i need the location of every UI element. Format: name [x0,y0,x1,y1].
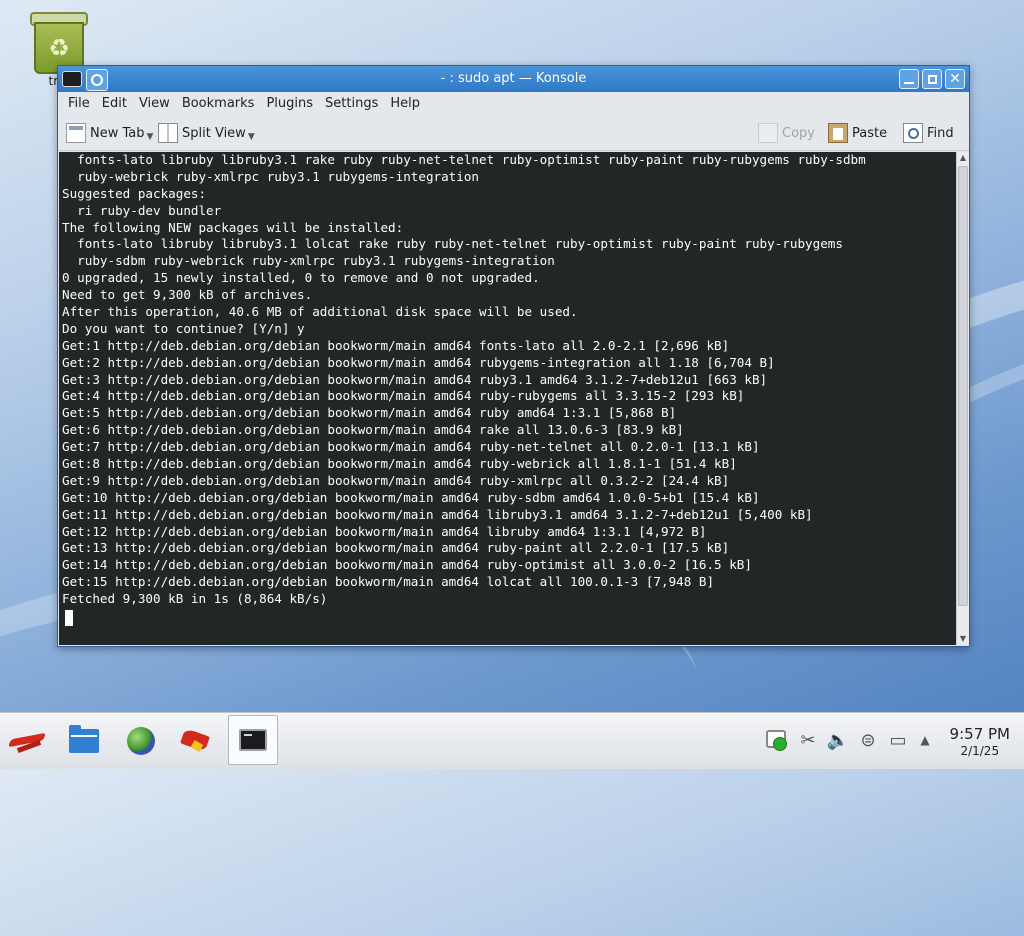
terminal-line: Suggested packages: [62,185,207,201]
paste-label: Paste [852,125,888,141]
tray-expand-icon: ▲ [920,733,930,747]
terminal-line: Get:1 http://deb.debian.org/debian bookw… [62,337,730,353]
minimize-button[interactable] [899,69,919,89]
terminal-line: The following NEW packages will be insta… [62,219,404,235]
terminal-line: Fetched 9,300 kB in 1s (8,864 kB/s) [62,591,328,607]
terminal-line: After this operation, 40.6 MB of additio… [62,304,578,320]
terminal-prompt-line [59,608,866,627]
terminal-line: Get:5 http://deb.debian.org/debian bookw… [62,405,677,421]
chevron-down-icon[interactable]: ▼ [248,132,255,142]
firefox-icon [180,728,210,754]
terminal-lines: fonts-lato libruby libruby3.1 rake ruby … [59,152,866,627]
firefox-launcher[interactable] [172,719,218,763]
find-icon [903,123,923,143]
menu-file[interactable]: File [62,96,96,111]
terminal-line: Get:8 http://deb.debian.org/debian bookw… [62,456,737,472]
paste-button[interactable]: Paste [828,123,887,143]
taskbar: ✂ 🔈 ⊜ ▭ ▲ 9:57 PM 2/1/25 [0,712,1024,769]
web-browser-icon [127,727,155,755]
terminal-line: fonts-lato libruby libruby3.1 rake ruby … [62,152,866,167]
terminal-line: ri ruby-dev bundler [62,202,222,218]
digital-clock[interactable]: 9:57 PM 2/1/25 [950,725,1010,758]
find-button[interactable]: Find [903,123,954,143]
split-view-button[interactable]: Split View ▼ [158,123,255,143]
terminal-line: ruby-webrick ruby-xmlrpc ruby3.1 rubygem… [62,168,480,184]
copy-label: Copy [782,125,815,141]
terminal-line: 0 upgraded, 15 newly installed, 0 to rem… [62,270,540,286]
close-button[interactable]: ✕ [945,69,965,89]
window-title: - : sudo apt — Konsole [440,71,587,86]
konsole-task-button[interactable] [228,715,278,765]
konsole-window: - : sudo apt — Konsole ✕ File Edit View … [57,65,970,647]
clipboard-button[interactable]: ✂ [797,729,819,751]
paste-icon [828,123,848,143]
terminal-line: Get:3 http://deb.debian.org/debian bookw… [62,371,768,387]
terminal-line: ruby-sdbm ruby-webrick ruby-xmlrpc ruby3… [62,253,555,269]
terminal-line: Get:14 http://deb.debian.org/debian book… [62,557,752,573]
terminal-line: Do you want to continue? [Y/n] y [62,320,305,336]
new-tab-icon [66,123,86,143]
terminal-line: Get:2 http://deb.debian.org/debian bookw… [62,354,775,370]
clipboard-icon: ✂ [800,729,816,751]
terminal-line: Get:11 http://deb.debian.org/debian book… [62,506,813,522]
application-menu-icon [9,730,45,752]
menu-settings[interactable]: Settings [319,96,384,111]
volume-button[interactable]: 🔈 [827,729,849,751]
copy-icon [758,123,778,143]
network-button[interactable]: ⊜ [857,729,879,751]
terminal-line: Get:7 http://deb.debian.org/debian bookw… [62,439,760,455]
find-label: Find [927,125,954,141]
terminal-line: Get:4 http://deb.debian.org/debian bookw… [62,388,745,404]
terminal-line: Need to get 9,300 kB of archives. [62,287,313,303]
tray-expand-button[interactable]: ▲ [914,729,936,751]
new-tab-button[interactable]: New Tab ▼ [66,123,153,143]
scroll-up-arrow-icon[interactable]: ▲ [957,152,969,164]
menu-help[interactable]: Help [384,96,426,111]
toolbar: New Tab ▼ Split View ▼ Copy Paste Find [58,114,969,151]
konsole-icon [239,729,267,751]
title-bar[interactable]: - : sudo apt — Konsole ✕ [58,66,969,92]
display-icon: ▭ [889,729,907,751]
volume-icon: 🔈 [826,729,850,751]
terminal-line: Get:6 http://deb.debian.org/debian bookw… [62,422,684,438]
menu-view[interactable]: View [133,96,176,111]
split-view-label: Split View [182,125,246,141]
clock-time: 9:57 PM [949,725,1010,743]
scroll-down-arrow-icon[interactable]: ▼ [957,633,969,645]
new-tab-label: New Tab [90,125,145,141]
menu-bar: File Edit View Bookmarks Plugins Setting… [58,92,969,114]
terminal-scrollbar[interactable]: ▲ ▼ [956,152,969,645]
scrollbar-thumb[interactable] [958,166,968,606]
terminal-line: fonts-lato libruby libruby3.1 lolcat rak… [62,236,843,252]
clock-date: 2/1/25 [960,744,1000,758]
update-notifier-button[interactable] [765,729,787,751]
web-browser-launcher[interactable] [118,719,164,763]
menu-bookmarks[interactable]: Bookmarks [176,96,261,111]
terminal-line: Get:15 http://deb.debian.org/debian book… [62,574,715,590]
display-button[interactable]: ▭ [887,729,909,751]
copy-button[interactable]: Copy [758,123,815,143]
network-icon: ⊜ [860,729,876,751]
menu-edit[interactable]: Edit [96,96,133,111]
trash-icon [28,10,88,74]
file-manager-launcher[interactable] [61,719,107,763]
terminal-line: Get:12 http://deb.debian.org/debian book… [62,523,707,539]
update-notifier-icon [766,730,787,751]
menu-plugins[interactable]: Plugins [260,96,319,111]
chevron-down-icon[interactable]: ▼ [147,132,154,142]
terminal-output[interactable]: fonts-lato libruby libruby3.1 rake ruby … [59,152,956,645]
terminal-line: Get:10 http://deb.debian.org/debian book… [62,489,760,505]
terminal-line: Get:13 http://deb.debian.org/debian book… [62,540,730,556]
maximize-button[interactable] [922,69,942,89]
application-menu-button[interactable] [4,719,50,763]
terminal-cursor [65,610,73,627]
split-view-icon [158,123,178,143]
terminal-line: Get:9 http://deb.debian.org/debian bookw… [62,472,730,488]
file-manager-icon [69,725,99,753]
